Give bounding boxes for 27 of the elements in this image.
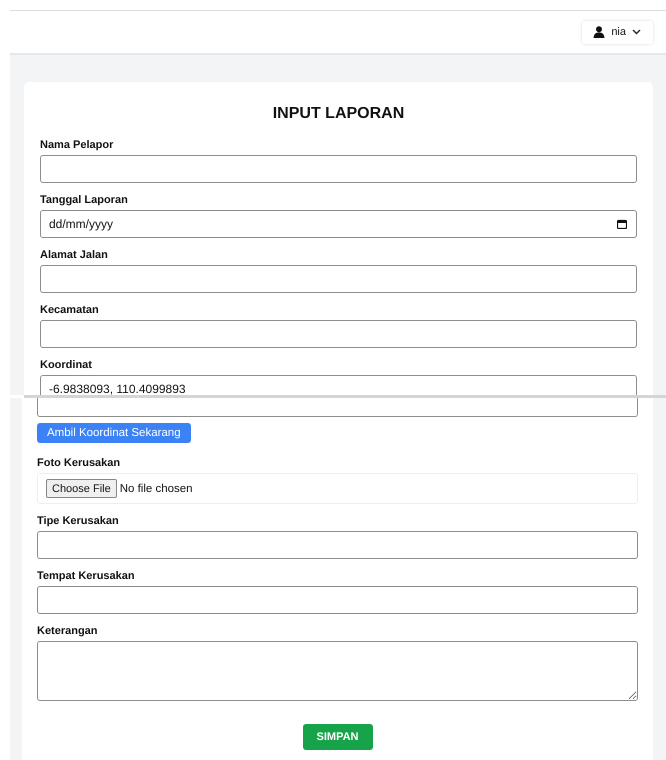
- field-label: Tipe Kerusakan: [37, 515, 120, 528]
- choose-file-button[interactable]: Choose File: [46, 479, 117, 498]
- input-field[interactable]: [37, 586, 638, 614]
- file-input-field[interactable]: Choose File No file chosen: [37, 473, 638, 504]
- field-label: Nama Pelapor: [40, 139, 114, 152]
- field-label: Koordinat: [40, 359, 93, 372]
- user-menu-button[interactable]: nia: [582, 20, 653, 44]
- input-field[interactable]: [40, 320, 637, 348]
- input-field[interactable]: [40, 265, 637, 293]
- form-title: INPUT LAPORAN: [272, 104, 406, 124]
- field-label: Keterangan: [37, 625, 99, 638]
- input-field[interactable]: [37, 398, 638, 417]
- input-field[interactable]: -6.9838093, 110.4099893: [40, 375, 637, 395]
- field-label: Kecamatan: [40, 304, 100, 317]
- chevron-down-icon: [632, 29, 641, 35]
- input-field[interactable]: [37, 531, 638, 559]
- file-status-text: No file chosen: [120, 482, 193, 494]
- user-icon: [593, 26, 606, 38]
- field-label: Alamat Jalan: [40, 249, 109, 262]
- field-label: Tanggal Laporan: [40, 194, 129, 207]
- calendar-icon: [617, 219, 627, 229]
- input-field[interactable]: [40, 155, 637, 183]
- get-coordinates-button[interactable]: Ambil Koordinat Sekarang: [37, 423, 191, 443]
- text-area[interactable]: [37, 641, 638, 701]
- field-label: Tempat Kerusakan: [37, 570, 136, 583]
- field-label: Foto Kerusakan: [37, 457, 122, 470]
- date-field[interactable]: dd/mm/yyyy: [40, 210, 637, 238]
